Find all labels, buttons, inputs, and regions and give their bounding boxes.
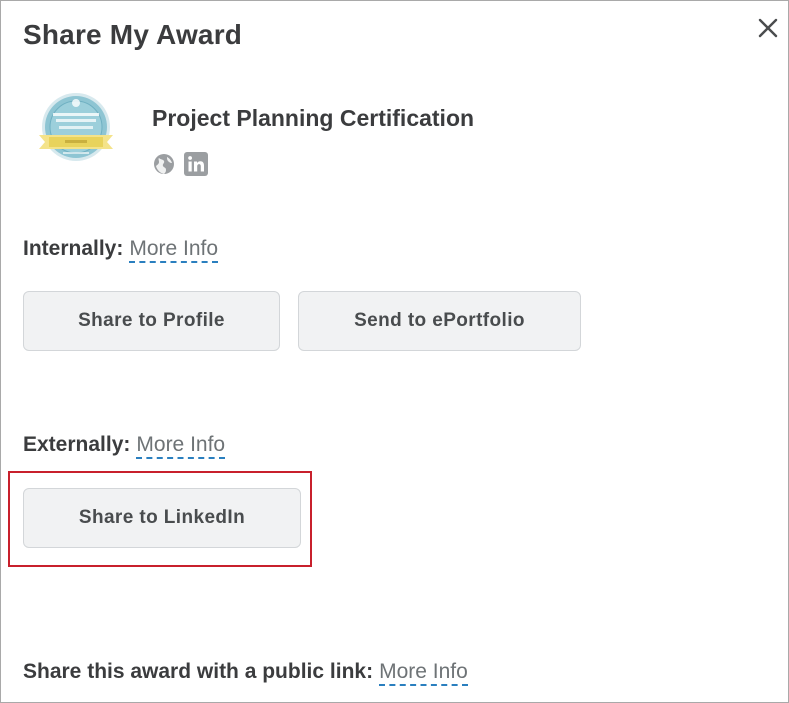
externally-label: Externally: xyxy=(23,433,131,456)
award-share-icons xyxy=(153,152,208,181)
share-to-profile-button[interactable]: Share to Profile xyxy=(23,291,280,351)
public-link-more-info-link[interactable]: More Info xyxy=(379,660,468,686)
send-to-eportfolio-button[interactable]: Send to ePortfolio xyxy=(298,291,581,351)
linkedin-icon[interactable] xyxy=(184,152,208,181)
internally-label: Internally: xyxy=(23,237,124,260)
globe-icon[interactable] xyxy=(153,153,175,180)
internally-more-info-link[interactable]: More Info xyxy=(129,237,219,263)
public-link-label: Share this award with a public link: xyxy=(23,660,374,683)
public-link-section-label: Share this award with a public link: More… xyxy=(23,660,468,686)
award-name: Project Planning Certification xyxy=(152,105,475,131)
close-icon[interactable] xyxy=(755,15,781,41)
externally-more-info-link[interactable]: More Info xyxy=(136,433,226,459)
share-award-dialog: Share My Award Project Planning Certific… xyxy=(0,0,789,703)
dialog-title: Share My Award xyxy=(23,19,243,50)
externally-section-label: Externally: More Info xyxy=(23,433,226,459)
share-to-linkedin-button[interactable]: Share to LinkedIn xyxy=(23,488,301,548)
award-badge-image xyxy=(37,91,115,165)
internally-section-label: Internally: More Info xyxy=(23,237,219,263)
